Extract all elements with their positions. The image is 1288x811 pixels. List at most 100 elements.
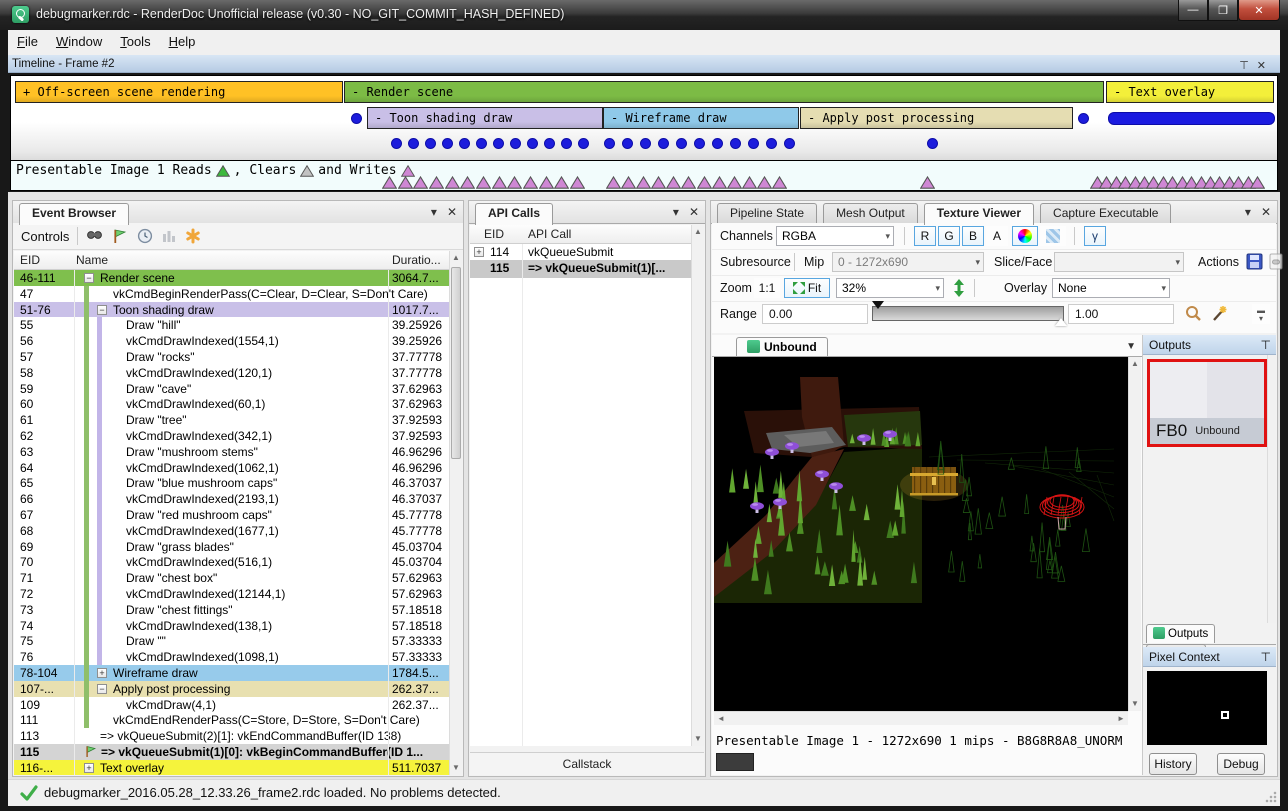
draw-dot[interactable]	[442, 138, 453, 149]
write-triangle-marker[interactable]	[727, 176, 742, 189]
menu-tools[interactable]: Tools	[111, 30, 159, 53]
range-max-input[interactable]: 1.00	[1068, 304, 1174, 324]
draw-dot[interactable]	[604, 138, 615, 149]
expand-toggle[interactable]: +	[84, 763, 94, 773]
write-triangle-marker[interactable]	[413, 176, 428, 189]
write-triangle-marker[interactable]	[476, 176, 491, 189]
tab-outputs[interactable]: Outputs	[1146, 624, 1215, 643]
mip-select[interactable]: 0 - 1272x690▾	[832, 252, 984, 272]
event-row-74[interactable]: 74vkCmdDrawIndexed(138,1)57.18518	[14, 618, 449, 634]
channels-select[interactable]: RGBA▾	[776, 226, 894, 246]
draw-dot[interactable]	[544, 138, 555, 149]
event-row-111[interactable]: 111vkCmdEndRenderPass(C=Store, D=Store, …	[14, 712, 449, 728]
timeline-marker-bar[interactable]: - Text overlay	[1106, 81, 1274, 103]
draw-dot[interactable]	[1078, 113, 1089, 124]
outputs-header[interactable]: Outputs ⊤	[1143, 335, 1276, 355]
timeline-panel-header[interactable]: Timeline - Frame #2 ⊤✕	[8, 55, 1280, 73]
event-row-58[interactable]: 58vkCmdDrawIndexed(120,1)37.77778	[14, 365, 449, 381]
close-button[interactable]: ✕	[1238, 0, 1280, 21]
event-row-68[interactable]: 68vkCmdDrawIndexed(1677,1)45.77778	[14, 523, 449, 539]
timeline-marker-bar[interactable]: + Off-screen scene rendering	[15, 81, 343, 103]
event-row-51-76[interactable]: 51-76−Toon shading draw1017.7...	[14, 302, 449, 318]
slice-face-select[interactable]: ▾	[1054, 252, 1184, 272]
menu-window[interactable]: Window	[47, 30, 111, 53]
tab-capture-executable[interactable]: Capture Executable	[1040, 203, 1171, 223]
draw-dot[interactable]	[459, 138, 470, 149]
write-triangle-marker[interactable]	[398, 176, 413, 189]
write-triangle-marker[interactable]	[920, 176, 935, 189]
timings-clock-icon[interactable]	[137, 228, 153, 244]
api-calls-scrollbar[interactable]: ▲ ▼	[691, 225, 704, 746]
output-fb0-thumbnail[interactable]: FB0 Unbound	[1147, 359, 1267, 447]
write-triangle-marker[interactable]	[742, 176, 757, 189]
save-texture-icon[interactable]	[1246, 253, 1264, 271]
write-triangle-marker[interactable]	[651, 176, 666, 189]
expand-toggle[interactable]: +	[474, 247, 484, 257]
write-triangle-marker[interactable]	[757, 176, 772, 189]
draw-dot[interactable]	[658, 138, 669, 149]
draw-dot[interactable]	[730, 138, 741, 149]
event-row-63[interactable]: 63Draw "mushroom stems"46.96296	[14, 444, 449, 460]
pin-icon[interactable]: ⊤	[1261, 335, 1271, 355]
range-white-point-handle[interactable]	[1055, 318, 1067, 326]
event-row-65[interactable]: 65Draw "blue mushroom caps"46.37037	[14, 475, 449, 491]
write-triangle-marker[interactable]	[523, 176, 538, 189]
event-row-60[interactable]: 60vkCmdDrawIndexed(60,1)37.62963	[14, 396, 449, 412]
draw-dot[interactable]	[408, 138, 419, 149]
event-row-46-111[interactable]: 46-111−Render scene3064.7...	[14, 270, 449, 286]
range-black-point-handle[interactable]	[872, 301, 884, 309]
draw-pill[interactable]	[1108, 112, 1275, 125]
draw-dot[interactable]	[425, 138, 436, 149]
draw-dot[interactable]	[784, 138, 795, 149]
texture-tab-dropdown[interactable]: ▼	[1126, 341, 1136, 352]
event-row-61[interactable]: 61Draw "tree"37.92593	[14, 412, 449, 428]
channel-r-button[interactable]: R	[914, 226, 936, 246]
api-calls-header[interactable]: EID API Call	[470, 225, 691, 244]
event-row-67[interactable]: 67Draw "red mushroom caps"45.77778	[14, 507, 449, 523]
draw-dot[interactable]	[927, 138, 938, 149]
write-triangle-marker[interactable]	[382, 176, 397, 189]
close-icon[interactable]: ✕	[447, 205, 457, 219]
overlay-select[interactable]: None▾	[1052, 278, 1170, 298]
draw-dot[interactable]	[748, 138, 759, 149]
event-row-47[interactable]: 47vkCmdBeginRenderPass(C=Clear, D=Clear,…	[14, 286, 449, 302]
bookmark-flag-icon[interactable]	[112, 228, 129, 244]
texture-hscrollbar[interactable]: ◄►	[714, 711, 1128, 725]
write-triangle-marker[interactable]	[492, 176, 507, 189]
minimize-button[interactable]: —	[1178, 0, 1208, 21]
channel-a-button[interactable]: A	[986, 226, 1008, 246]
pixel-context-view[interactable]	[1147, 671, 1267, 745]
event-row-116-...[interactable]: 116-...+Text overlay511.7037	[14, 760, 449, 775]
outputs-scrollbar[interactable]	[1267, 355, 1276, 623]
write-triangle-marker[interactable]	[697, 176, 712, 189]
api-row-115[interactable]: 115=> vkQueueSubmit(1)[...	[470, 260, 691, 278]
draw-dot[interactable]	[493, 138, 504, 149]
timeline-resource-strip[interactable]: Presentable Image 1 Reads , Clears and W…	[10, 161, 1278, 191]
write-triangle-marker[interactable]	[606, 176, 621, 189]
pin-icon[interactable]: ⊤	[1261, 647, 1271, 667]
tab-texture-viewer[interactable]: Texture Viewer	[924, 203, 1034, 225]
write-triangle-marker[interactable]	[507, 176, 522, 189]
timeline-marker-bar[interactable]: - Render scene	[344, 81, 1104, 103]
event-row-64[interactable]: 64vkCmdDrawIndexed(1062,1)46.96296	[14, 460, 449, 476]
event-row-72[interactable]: 72vkCmdDrawIndexed(12144,1)57.62963	[14, 586, 449, 602]
autofit-magnifier-icon[interactable]	[1184, 304, 1203, 323]
timeline-marker-bar[interactable]: - Wireframe draw	[603, 107, 799, 129]
timeline-marker-bar[interactable]: - Apply post processing	[800, 107, 1073, 129]
write-triangle-marker[interactable]	[712, 176, 727, 189]
expand-toggle[interactable]: +	[97, 668, 107, 678]
menu-file[interactable]: File	[8, 30, 47, 53]
draw-dot[interactable]	[676, 138, 687, 149]
draw-dot[interactable]	[476, 138, 487, 149]
timeline-body[interactable]: + Off-screen scene rendering- Render sce…	[10, 75, 1278, 161]
histogram-wand-icon[interactable]	[1210, 304, 1229, 323]
menu-help[interactable]: Help	[160, 30, 205, 53]
tab-event-browser[interactable]: Event Browser	[19, 203, 129, 225]
chevron-down-icon[interactable]: ▾	[673, 205, 679, 219]
event-row-71[interactable]: 71Draw "chest box"57.62963	[14, 570, 449, 586]
write-triangle-marker[interactable]	[460, 176, 475, 189]
close-icon[interactable]: ✕	[1257, 60, 1274, 72]
collapse-toggle[interactable]: −	[97, 684, 107, 694]
maximize-button[interactable]: ❐	[1208, 0, 1238, 21]
zoom-1-1-button[interactable]: 1:1	[754, 278, 780, 298]
